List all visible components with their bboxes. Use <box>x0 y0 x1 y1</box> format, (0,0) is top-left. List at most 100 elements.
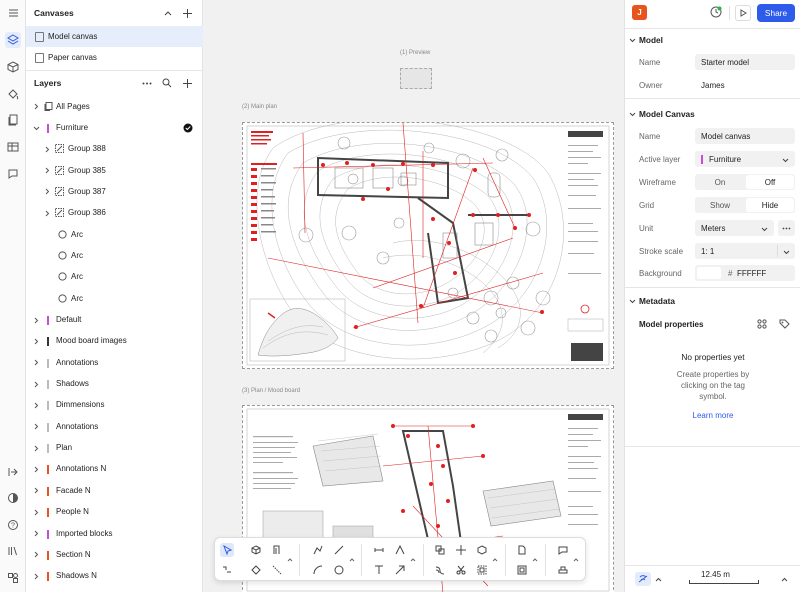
trim-scissors-icon[interactable] <box>454 563 468 577</box>
comment-tool-icon[interactable] <box>556 543 570 557</box>
copy-tool-icon[interactable] <box>433 543 447 557</box>
model-section-header[interactable]: Model <box>625 31 800 49</box>
box-tool-icon[interactable] <box>249 543 263 557</box>
layer-item[interactable]: Facade N <box>26 481 203 502</box>
unit-select[interactable]: Meters <box>695 220 774 236</box>
layer-item[interactable]: Arc <box>26 225 203 246</box>
line-segment-tool-icon[interactable] <box>270 563 284 577</box>
menu-icon[interactable] <box>5 5 21 21</box>
chevron-right-icon[interactable] <box>32 316 40 324</box>
chevron-right-icon[interactable] <box>32 530 40 538</box>
group-expand-icon[interactable] <box>348 553 356 567</box>
layer-item[interactable]: Group 386 <box>26 203 203 224</box>
layer-item[interactable]: Annotations <box>26 353 203 374</box>
group-expand-icon[interactable] <box>491 553 499 567</box>
grid-show-option[interactable]: Show <box>695 197 745 213</box>
group-expand-icon[interactable] <box>572 553 580 567</box>
background-color-field[interactable]: # FFFFFF <box>695 265 795 281</box>
background-color-swatch[interactable] <box>697 267 721 279</box>
arrow-tool-icon[interactable] <box>393 563 407 577</box>
share-button[interactable]: Share <box>757 4 795 22</box>
settings-grid-icon[interactable] <box>5 570 21 586</box>
chevron-right-icon[interactable] <box>43 167 51 175</box>
chevron-right-icon[interactable] <box>43 188 51 196</box>
canvas-item-model[interactable]: Model canvas <box>26 26 203 47</box>
theme-icon[interactable] <box>5 490 21 506</box>
chevron-right-icon[interactable] <box>32 401 40 409</box>
wireframe-toggle[interactable]: On Off <box>695 174 795 190</box>
layer-item[interactable]: Plan <box>26 438 203 459</box>
dimension-tool-icon[interactable] <box>372 543 386 557</box>
chevron-up-icon[interactable] <box>655 575 662 585</box>
layer-item[interactable]: Arc <box>26 246 203 267</box>
stroke-scale-select[interactable]: 1: 1 <box>695 243 795 259</box>
sync-icon[interactable] <box>710 6 722 20</box>
group-expand-icon[interactable] <box>531 553 539 567</box>
active-layer-select[interactable]: Furniture <box>695 151 795 167</box>
move-tool-icon[interactable] <box>454 543 468 557</box>
library-icon[interactable] <box>5 543 21 559</box>
canvas-name-field[interactable]: Model canvas <box>695 128 795 144</box>
layer-item[interactable]: Mood board images <box>26 331 203 352</box>
chevron-right-icon[interactable] <box>32 423 40 431</box>
angle-tool-icon[interactable] <box>393 543 407 557</box>
add-layer-button[interactable] <box>181 77 193 89</box>
frame-tool-icon[interactable] <box>515 563 529 577</box>
chevron-right-icon[interactable] <box>32 380 40 388</box>
model-canvas-section-header[interactable]: Model Canvas <box>625 105 800 123</box>
active-layer-check-icon[interactable] <box>183 123 193 135</box>
select-tool-icon[interactable] <box>220 543 234 557</box>
group-expand-icon[interactable] <box>409 553 417 567</box>
tag-icon[interactable] <box>779 319 790 331</box>
layer-item[interactable]: Shadows <box>26 374 203 395</box>
layer-item[interactable]: Annotations <box>26 417 203 438</box>
comment-icon[interactable] <box>5 166 21 182</box>
chevron-down-icon[interactable] <box>32 124 40 132</box>
paint-bucket-icon[interactable] <box>5 86 21 102</box>
unit-more-icon[interactable] <box>778 220 795 236</box>
chevron-right-icon[interactable] <box>32 508 40 516</box>
layer-item[interactable]: Arc <box>26 267 203 288</box>
layer-item[interactable]: Dimmensions <box>26 395 203 416</box>
model-name-field[interactable]: Starter model <box>695 54 795 70</box>
cube-icon[interactable] <box>5 59 21 75</box>
collapse-canvases-icon[interactable] <box>162 7 174 19</box>
layer-item[interactable]: Group 388 <box>26 139 203 160</box>
learn-more-link[interactable]: Learn more <box>625 411 800 420</box>
line-tool-icon[interactable] <box>332 543 346 557</box>
surface-tool-icon[interactable] <box>249 563 263 577</box>
layer-item[interactable]: Section N <box>26 545 203 566</box>
layer-item[interactable]: People N <box>26 502 203 523</box>
people-block-icon[interactable] <box>556 563 570 577</box>
layer-item[interactable]: Arc <box>26 289 203 310</box>
layer-item[interactable]: Annotations N <box>26 459 203 480</box>
canvas-area[interactable]: (1) Preview (2) Main plan (3) Plan / Moo… <box>203 0 624 592</box>
layer-item[interactable]: Furniture <box>26 118 203 139</box>
main-plan-frame[interactable] <box>242 122 614 369</box>
layer-item[interactable]: Shadows N <box>26 566 203 587</box>
layer-item[interactable]: All Pages <box>26 97 203 118</box>
layer-item[interactable]: Default <box>26 310 203 331</box>
grid-view-icon[interactable] <box>757 319 767 331</box>
preview-frame[interactable] <box>400 68 432 89</box>
chevron-right-icon[interactable] <box>32 572 40 580</box>
wireframe-off-option[interactable]: Off <box>746 175 794 189</box>
pen-tool-icon[interactable] <box>220 563 234 577</box>
circle-tool-icon[interactable] <box>332 563 346 577</box>
polyline-tool-icon[interactable] <box>311 543 325 557</box>
extrude-tool-icon[interactable] <box>270 543 284 557</box>
chevron-right-icon[interactable] <box>32 103 40 111</box>
metadata-section-header[interactable]: Metadata <box>625 292 800 310</box>
chevron-right-icon[interactable] <box>32 444 40 452</box>
add-canvas-button[interactable] <box>181 7 193 19</box>
help-icon[interactable]: ? <box>5 517 21 533</box>
play-icon[interactable] <box>735 5 751 21</box>
table-icon[interactable] <box>5 139 21 155</box>
text-tool-icon[interactable] <box>372 563 386 577</box>
arc-tool-icon[interactable] <box>311 563 325 577</box>
chevron-right-icon[interactable] <box>32 359 40 367</box>
layer-item[interactable]: Imported blocks <box>26 524 203 545</box>
chevron-right-icon[interactable] <box>32 487 40 495</box>
chevron-right-icon[interactable] <box>43 209 51 217</box>
chevron-right-icon[interactable] <box>32 337 40 345</box>
